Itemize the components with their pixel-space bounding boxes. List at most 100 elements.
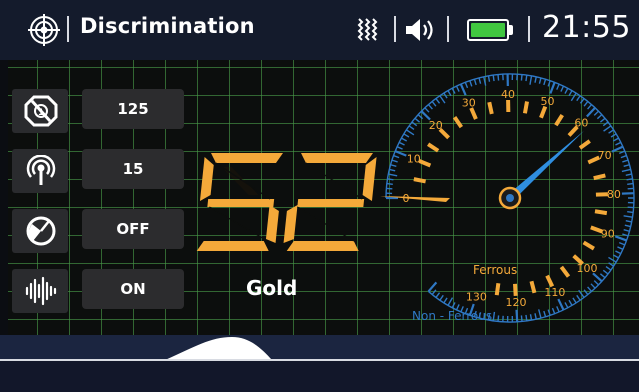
- gauge-tick: [543, 79, 547, 86]
- gauge-orange-mark: [452, 116, 464, 129]
- audio-value[interactable]: ON: [82, 269, 184, 309]
- gauge-tick: [614, 235, 627, 242]
- gauge-tick: [447, 297, 454, 306]
- svg-text:1: 1: [38, 108, 44, 118]
- target-icon[interactable]: [28, 14, 60, 50]
- gauge-tick: [398, 141, 405, 146]
- frequency-value[interactable]: 15: [82, 149, 184, 189]
- sensitivity-button[interactable]: 1: [12, 89, 68, 133]
- gauge-tick: [525, 314, 528, 321]
- gauge-tick: [576, 95, 581, 102]
- left-strip: [0, 60, 8, 335]
- bottom-bar: [0, 361, 639, 392]
- gauge-tick: [583, 289, 589, 295]
- gauge-tick: [439, 95, 446, 104]
- gauge-orange-mark: [578, 139, 591, 150]
- gauge-tick: [625, 220, 632, 223]
- gauge-tick: [388, 173, 398, 177]
- header-divider: [447, 16, 449, 42]
- gauge-tick: [387, 178, 394, 181]
- frequency-button[interactable]: [12, 149, 68, 193]
- gauge-label: 10: [407, 153, 421, 166]
- vibration-icon[interactable]: [356, 18, 378, 46]
- gauge-tick: [625, 173, 632, 176]
- gauge-tick: [389, 168, 396, 172]
- gauge-tick: [593, 110, 600, 116]
- gauge-tick: [612, 254, 619, 259]
- gauge-label: 120: [506, 296, 527, 309]
- battery-level: [471, 23, 505, 37]
- gauge-tick: [593, 280, 600, 286]
- gauge-orange-mark: [529, 280, 537, 294]
- gauge-orange-mark: [554, 114, 564, 127]
- target-id-display: [196, 153, 377, 251]
- gauge-tick: [590, 283, 596, 289]
- audio-wave-icon: [25, 276, 57, 306]
- gauge-tick: [403, 133, 410, 138]
- gauge-orange-mark: [539, 105, 548, 119]
- sensitivity-value[interactable]: 125: [82, 89, 184, 129]
- gauge-tick: [534, 76, 537, 83]
- gauge-label: 40: [501, 88, 515, 101]
- gauge-tick: [534, 313, 537, 320]
- gauge-tick: [587, 286, 593, 292]
- gauge-tick: [624, 224, 631, 228]
- gauge-tick: [615, 250, 622, 255]
- ground-balance-value[interactable]: OFF: [82, 209, 184, 249]
- gauge-tick: [520, 315, 523, 322]
- segment: [265, 205, 279, 243]
- segment: [362, 157, 377, 201]
- gauge-tick: [478, 77, 482, 84]
- gauge-tick: [435, 98, 441, 104]
- gauge-tick: [599, 273, 606, 279]
- gauge-tick: [406, 129, 415, 136]
- gauge-tick: [473, 79, 477, 86]
- gauge-tick: [543, 310, 547, 317]
- gauge-tick: [394, 150, 407, 157]
- gauge-tick: [578, 289, 585, 298]
- gauge-tick: [443, 297, 448, 304]
- metal-type-label: Gold: [246, 276, 298, 300]
- gauge-tick: [602, 269, 609, 275]
- gauge-tick: [538, 309, 542, 319]
- gauge-tick: [492, 75, 495, 82]
- gauge-label: 30: [462, 97, 476, 110]
- audio-button[interactable]: [12, 269, 68, 313]
- gauge-tick: [564, 302, 569, 309]
- gauge-tick: [455, 85, 460, 92]
- ground-balance-icon: [26, 216, 56, 246]
- gauge-orange-mark: [469, 107, 478, 120]
- gauge-tick: [608, 256, 617, 263]
- gauge-tick: [411, 121, 418, 127]
- segment: [196, 241, 269, 251]
- gauge-label: 100: [577, 262, 598, 275]
- gauge-tick: [492, 311, 496, 321]
- gauge-hub-center: [506, 194, 514, 202]
- segment: [211, 153, 283, 163]
- needle-shape: [507, 130, 585, 201]
- gauge-tick: [551, 307, 556, 314]
- gauge-tick: [515, 309, 519, 322]
- gauge-tick: [568, 90, 573, 97]
- gauge-tick: [623, 164, 630, 168]
- gauge-tick: [564, 87, 569, 94]
- gauge-tick: [520, 74, 523, 81]
- gauge-tick: [583, 101, 589, 107]
- gauge-tick: [627, 210, 634, 214]
- gauge-tick: [611, 145, 624, 153]
- gauge-label: 90: [601, 228, 615, 241]
- gauge-tick: [525, 75, 528, 82]
- ground-balance-button[interactable]: [12, 209, 68, 253]
- gauge-tick: [599, 117, 606, 123]
- non-ferrous-label: Non - Ferrous: [412, 309, 492, 323]
- gauge-tick: [464, 82, 469, 89]
- gauge-tick: [391, 159, 398, 163]
- volume-icon[interactable]: [404, 18, 434, 46]
- gauge-tick: [622, 233, 629, 237]
- gauge-tick: [396, 146, 403, 150]
- gauge-label: 20: [429, 119, 443, 132]
- gauge-tick: [596, 114, 603, 120]
- gauge-tick: [439, 294, 444, 301]
- gauge-tick: [560, 85, 565, 92]
- gauge-tick: [623, 215, 633, 218]
